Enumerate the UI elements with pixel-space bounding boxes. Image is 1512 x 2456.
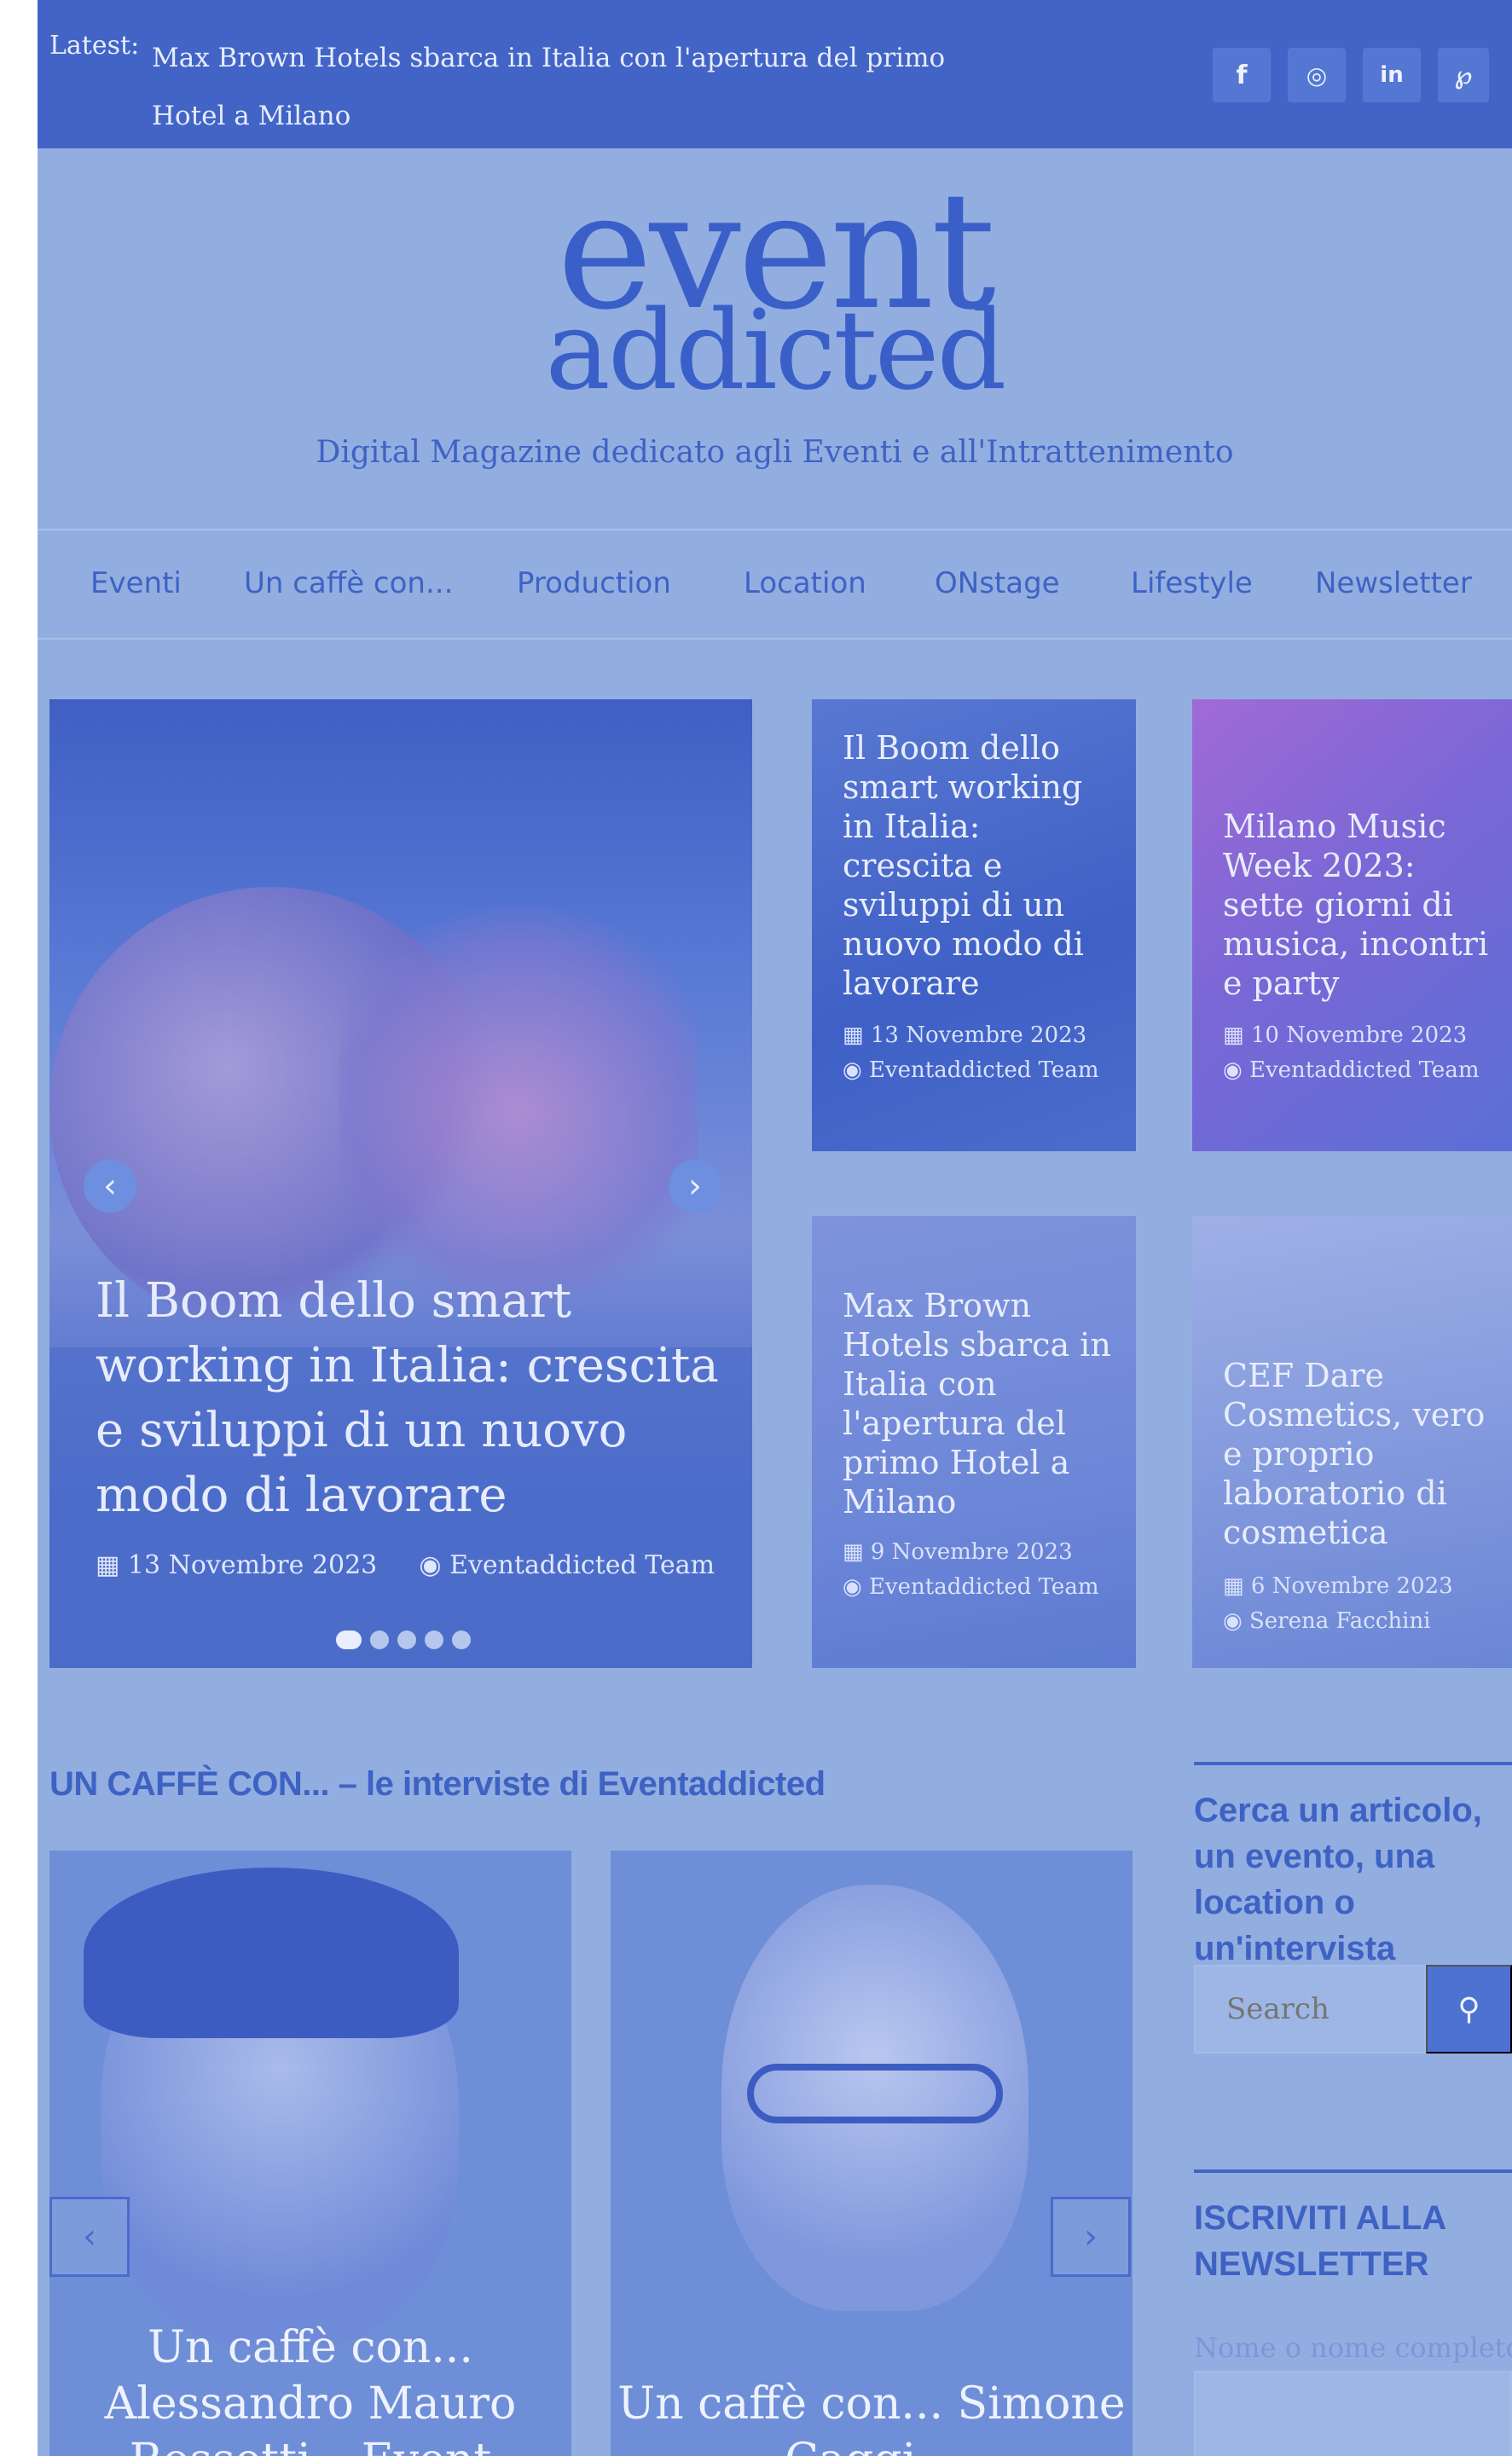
sidebar-divider <box>1194 1762 1512 1765</box>
calendar-icon: ▦ <box>96 1550 128 1580</box>
interview-card[interactable]: Un caffè con... Simone Caggi... <box>611 1851 1133 2456</box>
card-author[interactable]: Eventaddicted Team <box>869 1057 1099 1083</box>
slider-dot[interactable] <box>336 1631 362 1649</box>
card-meta: ▦ 10 Novembre 2023 ◉ Eventaddicted Team <box>1223 1018 1496 1088</box>
post-card[interactable]: Il Boom dello smart working in Italia: c… <box>812 699 1136 1151</box>
card-author[interactable]: Serena Facchini <box>1249 1608 1431 1634</box>
top-bar: Latest: Max Brown Hotels sbarca in Itali… <box>38 0 1512 148</box>
card-title[interactable]: Milano Music Week 2023: sette giorni di … <box>1223 807 1496 1003</box>
nav-item-un-caffe-con[interactable]: Un caffè con... <box>244 566 453 600</box>
section-title: UN CAFFÈ CON... – le interviste di Event… <box>49 1765 826 1803</box>
slider-dots <box>336 1631 471 1649</box>
calendar-icon: ▦ <box>843 1539 871 1565</box>
card-title[interactable]: Il Boom dello smart working in Italia: c… <box>843 728 1115 1003</box>
user-icon: ◉ <box>843 1574 869 1600</box>
slider-dot[interactable] <box>370 1631 389 1649</box>
portrait-hair <box>84 1868 459 2038</box>
nav-item-eventi[interactable]: Eventi <box>90 566 182 600</box>
pinterest-icon[interactable]: ℘ <box>1438 48 1489 102</box>
newsletter-name-field[interactable] <box>1194 2371 1512 2456</box>
interview-card[interactable]: Un caffè con... Alessandro Mauro Rossett… <box>49 1851 571 2456</box>
instagram-icon[interactable]: ◎ <box>1288 48 1346 102</box>
card-date: 9 Novembre 2023 <box>870 1539 1073 1565</box>
search-button[interactable]: ⚲ <box>1426 1965 1512 2053</box>
calendar-icon: ▦ <box>843 1022 871 1048</box>
search-widget-heading: Cerca un articolo, un evento, una locati… <box>1194 1792 1482 1967</box>
linkedin-icon[interactable]: in <box>1363 48 1421 102</box>
slider-dot[interactable] <box>397 1631 416 1649</box>
slider-dot[interactable] <box>452 1631 471 1649</box>
nav-item-lifestyle[interactable]: Lifestyle <box>1131 566 1253 600</box>
sidebar-divider <box>1194 2169 1512 2173</box>
post-card[interactable]: CEF Dare Cosmetics, vero e proprio labor… <box>1192 1216 1512 1668</box>
carousel-prev-button[interactable]: ‹ <box>49 2197 130 2277</box>
facebook-icon[interactable]: f <box>1213 48 1271 102</box>
page: Latest: Max Brown Hotels sbarca in Itali… <box>38 0 1512 2456</box>
portrait-glasses <box>747 2064 1003 2123</box>
interview-title[interactable]: Un caffè con... Simone Caggi... <box>611 2376 1133 2456</box>
latest-headline-link[interactable]: Max Brown Hotels sbarca in Italia con l'… <box>152 29 1022 145</box>
search-input[interactable] <box>1194 1965 1426 2053</box>
slider-dot[interactable] <box>425 1631 443 1649</box>
newsletter-name-label: Nome o nome completo <box>1194 2331 1512 2364</box>
user-icon: ◉ <box>1223 1057 1249 1083</box>
user-icon: ◉ <box>843 1057 869 1083</box>
nav-item-location[interactable]: Location <box>744 566 866 600</box>
featured-slider[interactable]: ‹ › Il Boom dello smart working in Itali… <box>49 699 752 1668</box>
carousel-next-button[interactable]: › <box>1051 2197 1131 2277</box>
site-tagline: Digital Magazine dedicato agli Eventi e … <box>316 435 1234 470</box>
logo-text-addicted: addicted <box>545 287 1007 414</box>
latest-label: Latest: <box>49 31 140 61</box>
nav-item-onstage[interactable]: ONstage <box>935 566 1060 600</box>
card-author[interactable]: Eventaddicted Team <box>1249 1057 1480 1083</box>
card-meta: ▦ 13 Novembre 2023 ◉ Eventaddicted Team <box>843 1018 1115 1088</box>
post-card[interactable]: Max Brown Hotels sbarca in Italia con l'… <box>812 1216 1136 1668</box>
search-icon: ⚲ <box>1457 1991 1480 2027</box>
card-author[interactable]: Eventaddicted Team <box>869 1574 1099 1600</box>
user-icon: ◉ <box>1223 1608 1249 1634</box>
card-title[interactable]: Max Brown Hotels sbarca in Italia con l'… <box>843 1286 1115 1521</box>
post-card[interactable]: Milano Music Week 2023: sette giorni di … <box>1192 699 1512 1151</box>
card-date: 6 Novembre 2023 <box>1250 1573 1453 1599</box>
calendar-icon: ▦ <box>1223 1573 1251 1599</box>
slide-meta: ▦ 13 Novembre 2023 ◉ Eventaddicted Team <box>96 1550 715 1580</box>
newsletter-heading: ISCRIVITI ALLA NEWSLETTER <box>1194 2199 1445 2283</box>
nav-item-newsletter[interactable]: Newsletter <box>1315 566 1472 600</box>
user-icon: ◉ <box>419 1550 450 1580</box>
slider-next-button[interactable]: › <box>669 1160 721 1213</box>
slider-prev-button[interactable]: ‹ <box>84 1160 136 1213</box>
card-title[interactable]: CEF Dare Cosmetics, vero e proprio labor… <box>1223 1356 1496 1552</box>
nav-item-production[interactable]: Production <box>517 566 671 600</box>
calendar-icon: ▦ <box>1223 1022 1251 1048</box>
slide-title[interactable]: Il Boom dello smart working in Italia: c… <box>96 1269 727 1528</box>
main-nav: Eventi Un caffè con... Production Locati… <box>38 529 1512 640</box>
slide-date: 13 Novembre 2023 <box>127 1550 378 1580</box>
card-date: 10 Novembre 2023 <box>1250 1022 1468 1048</box>
card-meta: ▦ 6 Novembre 2023 ◉ Serena Facchini <box>1223 1569 1496 1639</box>
interview-title[interactable]: Un caffè con... Alessandro Mauro Rossett… <box>49 2320 571 2456</box>
card-date: 13 Novembre 2023 <box>870 1022 1087 1048</box>
slide-author[interactable]: Eventaddicted Team <box>449 1550 715 1580</box>
card-meta: ▦ 9 Novembre 2023 ◉ Eventaddicted Team <box>843 1535 1115 1605</box>
